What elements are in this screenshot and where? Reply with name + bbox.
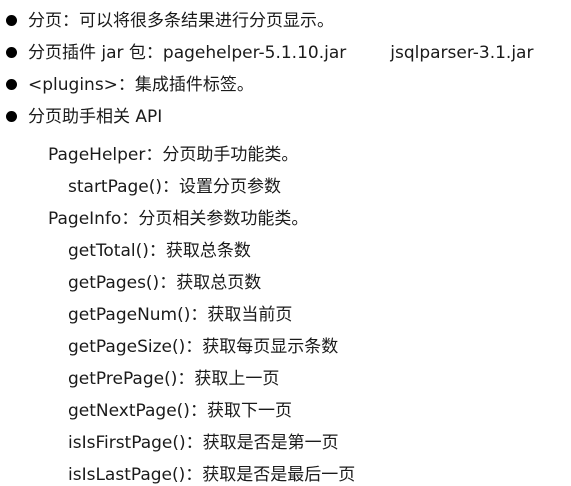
pageinfo-class-line: PageInfo：分页相关参数功能类。 xyxy=(48,209,309,229)
bullet-dot xyxy=(6,111,17,122)
bullet-dot xyxy=(6,79,17,90)
bullet-api-heading: 分页助手相关 API xyxy=(28,107,163,127)
method-gettotal: getTotal()：获取总条数 xyxy=(68,241,251,261)
pagehelper-jar-text: 分页插件 jar 包：pagehelper-5.1.10.jar xyxy=(28,43,347,63)
method-getpagesize: getPageSize()：获取每页显示条数 xyxy=(68,337,339,357)
method-getnextpage: getNextPage()：获取下一页 xyxy=(68,401,292,421)
notes-document: 分页：可以将很多条结果进行分页显示。 分页插件 jar 包：pagehelper… xyxy=(0,0,571,485)
bullet-dot xyxy=(6,47,17,58)
bullet-plugins-tag: <plugins>：集成插件标签。 xyxy=(28,75,254,95)
method-isisfirstpage: isIsFirstPage()：获取是否是第一页 xyxy=(68,433,339,453)
bullet-pagination: 分页：可以将很多条结果进行分页显示。 xyxy=(28,11,334,31)
method-getpages: getPages()：获取总页数 xyxy=(68,273,262,293)
jsqlparser-jar-text: jsqlparser-3.1.jar xyxy=(390,43,534,63)
pagehelper-class-line: PageHelper：分页助手功能类。 xyxy=(48,145,299,165)
method-getprepage: getPrePage()：获取上一页 xyxy=(68,369,280,389)
bullet-plugin-jars: 分页插件 jar 包：pagehelper-5.1.10.jar jsqlpars… xyxy=(28,42,533,64)
method-startpage: startPage()：设置分页参数 xyxy=(68,177,282,197)
method-getpagenum: getPageNum()：获取当前页 xyxy=(68,305,293,325)
bullet-dot xyxy=(6,15,17,26)
